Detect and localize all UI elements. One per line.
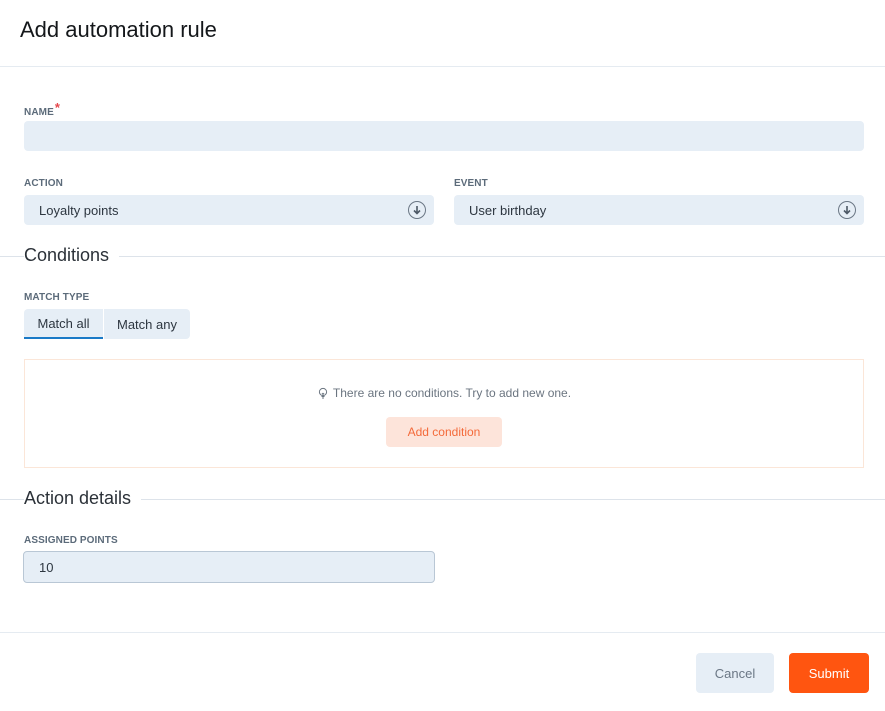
match-type-toggle: Match all Match any [24, 309, 190, 339]
dialog-title: Add automation rule [20, 17, 217, 42]
match-type-label: MATCH TYPE [24, 292, 90, 303]
conditions-divider [0, 256, 885, 257]
name-input[interactable] [24, 121, 864, 151]
match-any-button[interactable]: Match any [104, 309, 190, 339]
dialog-header: Add automation rule [0, 0, 885, 67]
action-select[interactable]: Loyalty points [24, 195, 434, 225]
match-all-button[interactable]: Match all [24, 309, 103, 339]
empty-state: There are no conditions. Try to add new … [25, 386, 863, 400]
name-label: NAME* [24, 100, 61, 118]
event-select[interactable]: User birthday [454, 195, 864, 225]
event-select-value: User birthday [469, 202, 547, 218]
add-condition-button[interactable]: Add condition [386, 417, 502, 447]
action-label: ACTION [24, 178, 63, 189]
lightbulb-icon [317, 387, 329, 399]
empty-message: There are no conditions. Try to add new … [332, 386, 572, 400]
assigned-points-label: ASSIGNED POINTS [24, 535, 118, 546]
conditions-section-title: Conditions [24, 245, 120, 266]
footer-divider [0, 632, 885, 633]
cancel-button[interactable]: Cancel [696, 653, 774, 693]
event-label: EVENT [454, 178, 488, 189]
submit-button[interactable]: Submit [789, 653, 869, 693]
action-details-section-title: Action details [24, 488, 142, 509]
chevron-down-icon[interactable] [838, 201, 856, 219]
assigned-points-input[interactable]: 10 [23, 551, 435, 583]
required-marker: * [54, 100, 61, 115]
chevron-down-icon[interactable] [408, 201, 426, 219]
conditions-empty-box: There are no conditions. Try to add new … [24, 359, 864, 468]
action-select-value: Loyalty points [39, 202, 119, 218]
